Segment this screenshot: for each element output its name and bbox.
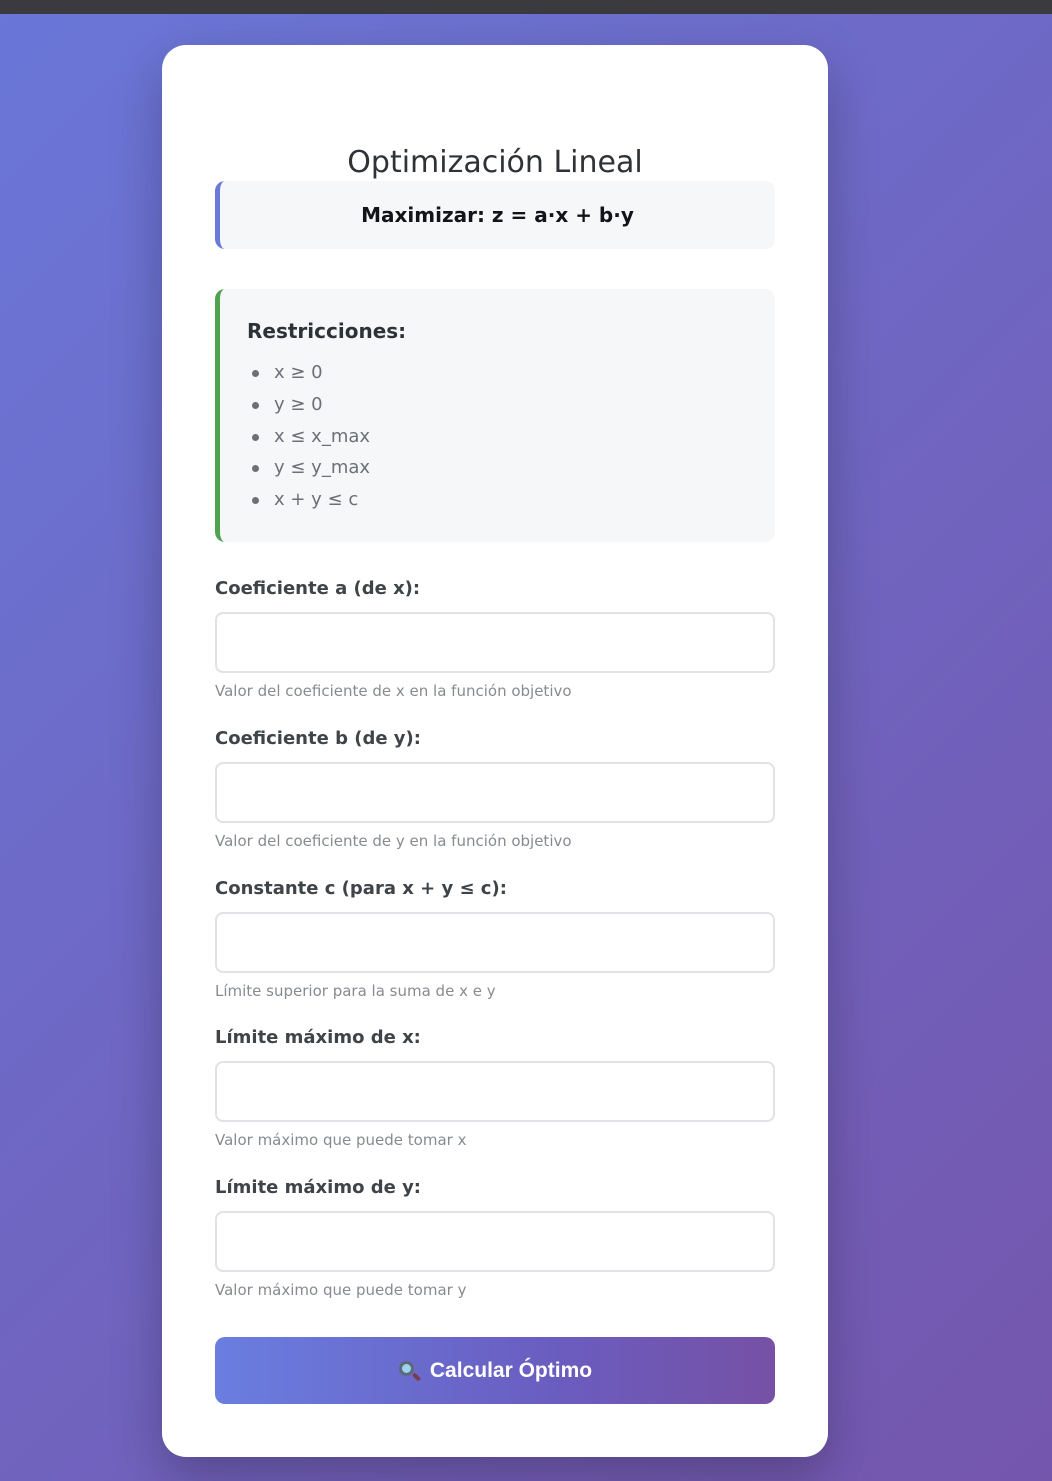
field-x-max: Límite máximo de x: Valor máximo que pue… [215, 1027, 775, 1150]
field-coefficient-a: Coeficiente a (de x): Valor del coeficie… [215, 578, 775, 701]
constant-c-label: Constante c (para x + y ≤ c): [215, 878, 507, 899]
coefficient-a-input[interactable] [215, 612, 775, 673]
objective-function-box: Maximizar: z = a·x + b·y [215, 181, 775, 249]
y-max-input[interactable] [215, 1211, 775, 1272]
constraint-item: y ≤ y_max [247, 452, 775, 484]
field-y-max: Límite máximo de y: Valor máximo que pue… [215, 1177, 775, 1300]
constraints-box: Restricciones: x ≥ 0 y ≥ 0 x ≤ x_max y ≤… [215, 289, 775, 542]
x-max-input[interactable] [215, 1061, 775, 1122]
field-coefficient-b: Coeficiente b (de y): Valor del coeficie… [215, 728, 775, 851]
constraint-item: x ≥ 0 [247, 357, 775, 389]
field-constant-c: Constante c (para x + y ≤ c): Límite sup… [215, 878, 775, 1001]
magnifying-glass-icon [398, 1360, 421, 1382]
constraints-list: x ≥ 0 y ≥ 0 x ≤ x_max y ≤ y_max x + y ≤ … [247, 357, 775, 516]
calculate-button-label: Calcular Óptimo [429, 1358, 593, 1382]
browser-top-bar [0, 0, 1052, 14]
coefficient-b-help: Valor del coeficiente de y en la función… [215, 832, 572, 850]
constraints-heading: Restricciones: [247, 319, 407, 343]
calculate-optimum-button[interactable]: Calcular Óptimo [215, 1337, 775, 1404]
constant-c-help: Límite superior para la suma de x e y [215, 982, 496, 1000]
page-title: Optimización Lineal [347, 145, 643, 180]
coefficient-b-input[interactable] [215, 762, 775, 823]
constant-c-input[interactable] [215, 912, 775, 973]
x-max-help: Valor máximo que puede tomar x [215, 1131, 467, 1149]
coefficient-a-help: Valor del coeficiente de x en la función… [215, 682, 572, 700]
optimization-card: Optimización Lineal Maximizar: z = a·x +… [162, 45, 828, 1457]
constraint-item: y ≥ 0 [247, 389, 775, 421]
constraint-item: x + y ≤ c [247, 484, 775, 516]
y-max-label: Límite máximo de y: [215, 1177, 422, 1198]
y-max-help: Valor máximo que puede tomar y [215, 1281, 467, 1299]
coefficient-a-label: Coeficiente a (de x): [215, 578, 421, 599]
constraint-item: x ≤ x_max [247, 421, 775, 453]
coefficient-b-label: Coeficiente b (de y): [215, 728, 421, 749]
x-max-label: Límite máximo de x: [215, 1027, 421, 1048]
